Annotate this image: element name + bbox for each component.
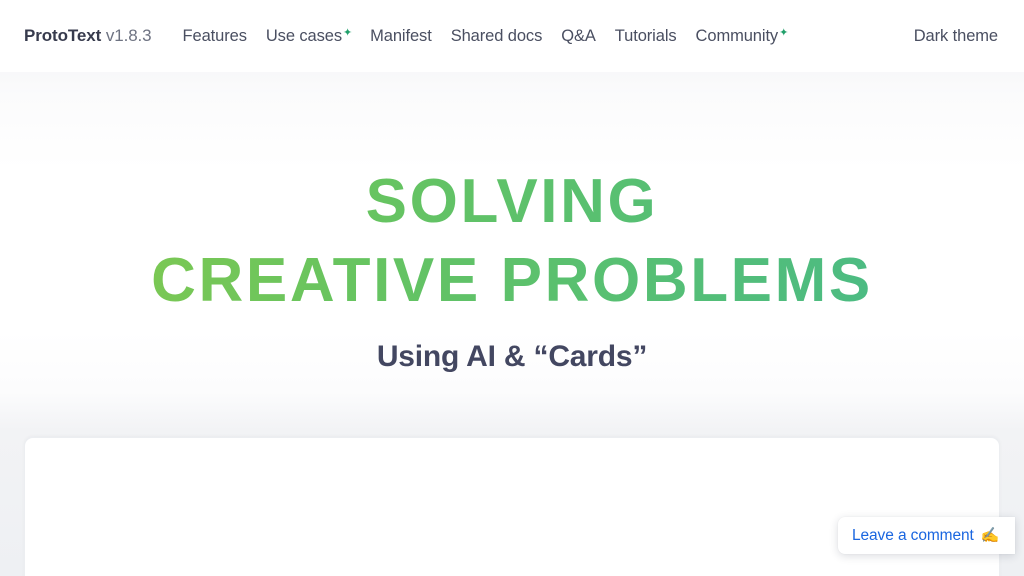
- leave-a-comment-label: Leave a comment: [852, 526, 974, 544]
- nav-item-manifest[interactable]: Manifest: [361, 21, 442, 52]
- nav-item-qa[interactable]: Q&A: [552, 21, 606, 52]
- nav-label: Use cases: [265, 26, 342, 45]
- header-right-group: Dark theme: [912, 21, 1000, 52]
- nav-item-features[interactable]: Features: [174, 21, 257, 52]
- sparkle-icon: ✦: [343, 26, 353, 39]
- brand-logo[interactable]: ProtoText v1.8.3: [24, 26, 152, 46]
- content-card: [24, 437, 1000, 576]
- brand-version: v1.8.3: [105, 26, 152, 45]
- nav-item-use-cases[interactable]: Use cases✦: [257, 21, 361, 52]
- nav-label: Q&A: [561, 26, 596, 45]
- hero-section: SOLVING CREATIVE PROBLEMS Using AI & “Ca…: [0, 72, 1024, 437]
- nav-label: Tutorials: [614, 26, 677, 45]
- sparkle-icon: ✦: [779, 26, 789, 39]
- nav-item-community[interactable]: Community✦: [687, 21, 798, 52]
- brand-name: ProtoText: [24, 26, 102, 45]
- writing-hand-icon: ✍️: [980, 527, 1000, 544]
- page-title: SOLVING CREATIVE PROBLEMS: [151, 163, 873, 320]
- page-subtitle: Using AI & “Cards”: [376, 340, 648, 374]
- main-navigation: Features Use cases✦ Manifest Shared docs…: [174, 21, 798, 52]
- leave-a-comment-button[interactable]: Leave a comment ✍️: [838, 517, 1016, 554]
- nav-label: Community: [695, 26, 779, 45]
- nav-item-tutorials[interactable]: Tutorials: [606, 21, 687, 52]
- nav-item-shared-docs[interactable]: Shared docs: [442, 21, 553, 52]
- nav-label: Features: [182, 26, 247, 45]
- nav-label: Shared docs: [450, 26, 543, 45]
- dark-theme-toggle[interactable]: Dark theme: [912, 21, 1000, 52]
- nav-label: Manifest: [370, 26, 432, 45]
- site-header: ProtoText v1.8.3 Features Use cases✦ Man…: [0, 0, 1024, 72]
